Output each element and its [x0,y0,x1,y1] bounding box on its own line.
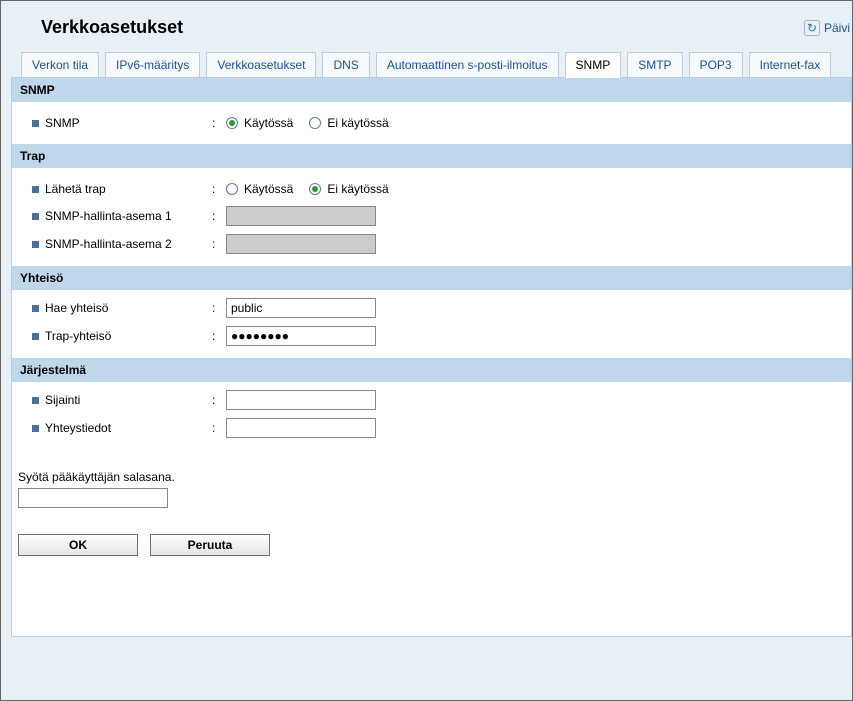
bullet-icon [32,305,39,312]
radio-trap-on[interactable] [226,183,238,195]
radio-snmp-off[interactable] [309,117,321,129]
radio-trap-off[interactable] [309,183,321,195]
tab-verkon-tila[interactable]: Verkon tila [21,52,99,78]
bullet-icon [32,397,39,404]
refresh-label: Päivi [824,21,850,35]
label-get-community: Hae yhteisö [45,301,108,315]
tab-dns[interactable]: DNS [322,52,369,78]
tab-pop3[interactable]: POP3 [689,52,743,78]
input-location[interactable] [226,390,376,410]
label-snmp: SNMP [45,116,80,130]
tab-ipv6[interactable]: IPv6-määritys [105,52,200,78]
section-community-header: Yhteisö [12,266,851,290]
radio-snmp-on[interactable] [226,117,238,129]
colon: : [212,237,226,251]
colon: : [212,393,226,407]
label-location: Sijainti [45,393,80,407]
input-get-community[interactable] [226,298,376,318]
refresh-link[interactable]: ↻ Päivi [804,20,850,36]
bullet-icon [32,241,39,248]
section-snmp-header: SNMP [12,78,851,102]
colon: : [212,209,226,223]
label-trap-on: Käytössä [244,182,293,196]
input-admin-password[interactable] [18,488,168,508]
colon: : [212,329,226,343]
label-station1: SNMP-hallinta-asema 1 [45,209,172,223]
label-trap-off: Ei käytössä [327,182,388,196]
cancel-button[interactable]: Peruuta [150,534,270,556]
label-send-trap: Lähetä trap [45,182,106,196]
bullet-icon [32,213,39,220]
bullet-icon [32,186,39,193]
refresh-icon: ↻ [804,20,820,36]
label-station2: SNMP-hallinta-asema 2 [45,237,172,251]
section-trap-header: Trap [12,144,851,168]
tab-smtp[interactable]: SMTP [627,52,682,78]
tab-snmp[interactable]: SNMP [565,52,622,78]
password-prompt: Syötä pääkäyttäjän salasana. [18,470,851,484]
colon: : [212,421,226,435]
input-contact[interactable] [226,418,376,438]
bullet-icon [32,120,39,127]
label-contact: Yhteystiedot [45,421,111,435]
page-title: Verkkoasetukset [41,17,183,38]
label-trap-community: Trap-yhteisö [45,329,111,343]
label-snmp-off: Ei käytössä [327,116,388,130]
colon: : [212,301,226,315]
bullet-icon [32,425,39,432]
input-station2[interactable] [226,234,376,254]
tab-sposti[interactable]: Automaattinen s-posti-ilmoitus [376,52,559,78]
label-snmp-on: Käytössä [244,116,293,130]
input-trap-community[interactable] [226,326,376,346]
ok-button[interactable]: OK [18,534,138,556]
tab-internet-fax[interactable]: Internet-fax [749,52,832,78]
tab-verkkoasetukset[interactable]: Verkkoasetukset [206,52,316,78]
input-station1[interactable] [226,206,376,226]
bullet-icon [32,333,39,340]
colon: : [212,182,226,196]
section-system-header: Järjestelmä [12,358,851,382]
colon: : [212,116,226,130]
tab-bar: Verkon tila IPv6-määritys Verkkoasetukse… [11,52,852,78]
